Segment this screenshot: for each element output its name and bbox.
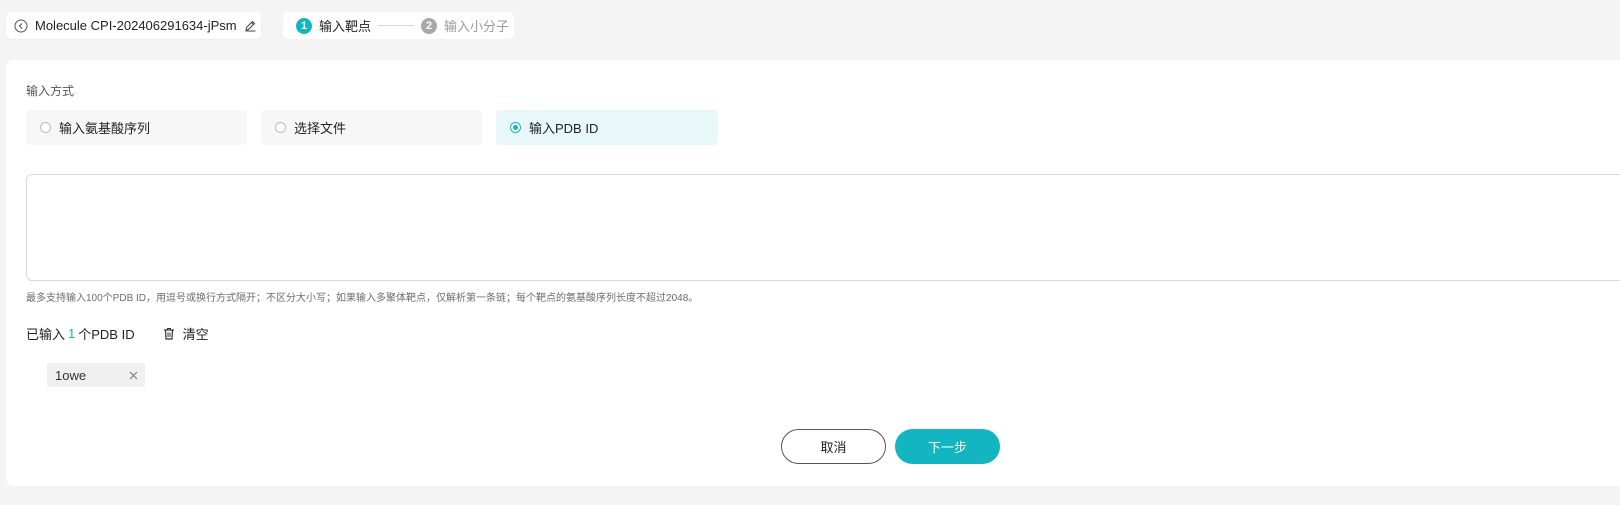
clear-button[interactable]: 清空 (163, 324, 209, 343)
step-1-number: 1 (296, 17, 312, 34)
pdb-id-textarea[interactable] (26, 174, 1620, 281)
target-input-panel: 输入方式 输入氨基酸序列 选择文件 输入PDB ID 最多支持输入100个PDB… (6, 60, 1620, 486)
entered-count-line: 已输入 1 个PDB ID 清空 (26, 324, 209, 343)
tag-label: 1owe (55, 367, 87, 383)
close-icon[interactable] (129, 371, 138, 380)
step-2-label[interactable]: 输入小分子 (444, 16, 509, 35)
option-label: 输入氨基酸序列 (59, 121, 151, 136)
count-number: 1 (68, 326, 76, 341)
count-prefix: 已输入 (26, 327, 66, 342)
input-method-label: 输入方式 (26, 84, 75, 98)
molecule-title-chip: Molecule CPI-202406291634-jPsm (6, 12, 261, 39)
step-indicator: 1 输入靶点 2 输入小分子 (283, 12, 514, 39)
input-hint: 最多支持输入100个PDB ID，用逗号或换行方式隔开；不区分大小写；如果输入多… (26, 293, 699, 304)
trash-icon (163, 327, 174, 340)
radio-circle-icon[interactable] (275, 122, 286, 133)
option-pdb-id[interactable]: 输入PDB ID (496, 110, 718, 145)
radio-selected-icon[interactable] (510, 122, 521, 133)
pencil-icon[interactable] (244, 19, 257, 32)
step-connector (378, 25, 415, 26)
count-suffix: 个PDB ID (78, 327, 135, 342)
step-2-number: 2 (421, 17, 438, 34)
pdb-id-tag: 1owe (47, 363, 145, 387)
molecule-name: Molecule CPI-202406291634-jPsm (35, 18, 237, 33)
option-label: 输入PDB ID (529, 121, 599, 136)
radio-circle-icon[interactable] (40, 122, 51, 133)
next-step-button[interactable]: 下一步 (895, 429, 1000, 464)
back-circle-icon[interactable] (14, 19, 28, 33)
step-1-label[interactable]: 输入靶点 (319, 16, 371, 35)
cancel-button[interactable]: 取消 (781, 429, 886, 464)
option-select-file[interactable]: 选择文件 (261, 110, 482, 145)
option-label: 选择文件 (294, 121, 347, 136)
clear-label: 清空 (182, 327, 209, 342)
option-amino-acid-sequence[interactable]: 输入氨基酸序列 (26, 110, 247, 145)
